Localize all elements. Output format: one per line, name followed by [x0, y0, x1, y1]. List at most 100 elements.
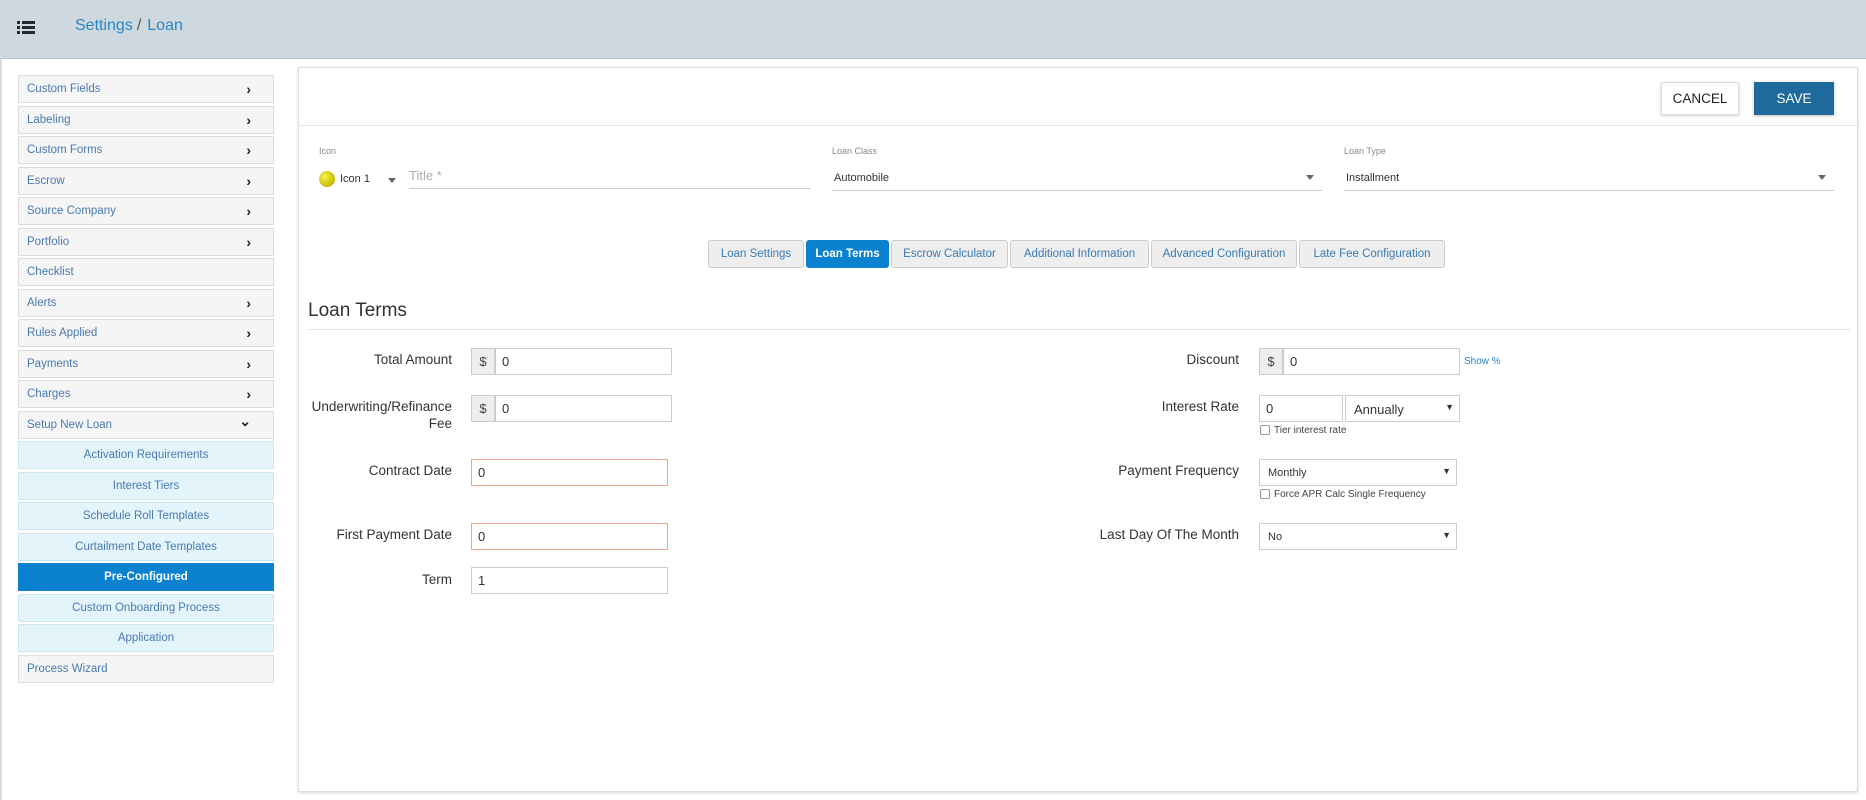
yellow-ball-icon: [319, 171, 335, 187]
sidebar-item-label: Setup New Loan: [27, 418, 113, 431]
total-amount-input[interactable]: [495, 348, 672, 375]
tab-advanced-configuration[interactable]: Advanced Configuration: [1151, 240, 1297, 268]
cancel-button[interactable]: CANCEL: [1661, 82, 1739, 115]
loan-type-value: Installment: [1346, 172, 1400, 184]
sidebar-subitem-pre-configured[interactable]: Pre-Configured: [18, 563, 274, 591]
term-label: Term: [422, 572, 452, 587]
sidebar-item-source-company[interactable]: Source Company ›: [18, 197, 274, 225]
tier-interest-label: Tier interest rate: [1274, 425, 1347, 436]
sidebar-item-alerts[interactable]: Alerts ›: [18, 288, 274, 317]
sidebar-item-charges[interactable]: Charges ›: [18, 380, 274, 408]
chevron-right-icon: ›: [246, 233, 251, 250]
sidebar-item-custom-forms[interactable]: Custom Forms ›: [18, 136, 274, 164]
sidebar-item-payments[interactable]: Payments ›: [18, 349, 274, 378]
breadcrumb-loan[interactable]: Loan: [147, 17, 183, 34]
payment-frequency-label: Payment Frequency: [1118, 463, 1239, 478]
interest-rate-label: Interest Rate: [1161, 399, 1239, 414]
chevron-down-icon: ⌄: [239, 412, 251, 429]
sidebar-item-label: Custom Forms: [27, 144, 103, 156]
payment-frequency-value: Monthly: [1268, 467, 1307, 479]
sidebar-item-custom-fields[interactable]: Custom Fields ›: [18, 75, 274, 103]
dropdown-arrow-icon: ▼: [1445, 402, 1454, 412]
dollar-prefix: $: [471, 348, 495, 375]
section-title: Loan Terms: [308, 300, 407, 321]
title-input[interactable]: [409, 163, 811, 189]
first-payment-date-input[interactable]: [471, 523, 668, 550]
left-edge-bar: [0, 59, 2, 800]
dollar-prefix: $: [1259, 348, 1283, 375]
tab-escrow-calculator[interactable]: Escrow Calculator: [891, 240, 1008, 268]
tab-loan-settings[interactable]: Loan Settings: [708, 240, 804, 268]
sidebar-item-label: Charges: [27, 388, 71, 400]
loan-class-value: Automobile: [834, 172, 890, 184]
chevron-right-icon: ›: [246, 355, 251, 372]
sidebar-item-label: Alerts: [27, 296, 57, 309]
force-apr-checkbox[interactable]: [1260, 489, 1270, 499]
sidebar-item-escrow[interactable]: Escrow ›: [18, 166, 274, 195]
icon-select[interactable]: Icon 1: [319, 168, 403, 193]
chevron-right-icon: ›: [246, 111, 251, 128]
loan-config-card: CANCEL SAVE Icon Icon 1 Loan Class Autom…: [298, 67, 1858, 792]
sidebar-subitem-interest-tiers[interactable]: Interest Tiers: [18, 471, 274, 500]
breadcrumb-separator: /: [136, 17, 142, 34]
breadcrumb-settings[interactable]: Settings: [75, 17, 133, 34]
sidebar-subitem-application[interactable]: Application: [18, 624, 274, 652]
chevron-right-icon: ›: [246, 325, 251, 341]
discount-input[interactable]: [1283, 348, 1460, 375]
sidebar-subitem-activation-requirements[interactable]: Activation Requirements: [18, 441, 274, 469]
force-apr-label: Force APR Calc Single Frequency: [1274, 489, 1426, 500]
last-day-of-month-label: Last Day Of The Month: [1099, 527, 1239, 542]
dropdown-arrow-icon: ▼: [1442, 530, 1451, 540]
sidebar-item-label: Process Wizard: [27, 662, 108, 675]
sidebar-item-label: Custom Fields: [27, 83, 101, 95]
sidebar-item-setup-new-loan[interactable]: Setup New Loan ⌄: [18, 410, 274, 439]
chevron-right-icon: ›: [246, 294, 251, 311]
interest-rate-input[interactable]: [1259, 395, 1343, 422]
contract-date-label: Contract Date: [368, 463, 452, 478]
sidebar-item-labeling[interactable]: Labeling ›: [18, 105, 274, 134]
last-day-of-month-select[interactable]: No ▼: [1259, 523, 1457, 550]
dollar-prefix: $: [471, 395, 495, 422]
underwriting-fee-label-line2: Fee: [428, 416, 452, 431]
caret-down-icon: [1306, 175, 1314, 180]
sidebar-item-label: Rules Applied: [27, 327, 98, 339]
sidebar-item-checklist[interactable]: Checklist: [18, 258, 274, 286]
tab-additional-information[interactable]: Additional Information: [1010, 240, 1149, 268]
save-button[interactable]: SAVE: [1754, 82, 1834, 115]
show-percent-link[interactable]: Show %: [1464, 356, 1501, 367]
chevron-right-icon: ›: [246, 386, 251, 402]
sidebar-item-portfolio[interactable]: Portfolio ›: [18, 227, 274, 256]
card-header: CANCEL SAVE: [299, 68, 1857, 126]
icon-label: Icon: [319, 146, 337, 156]
icon-select-value: Icon 1: [340, 173, 370, 185]
underwriting-fee-input[interactable]: [495, 395, 672, 422]
sidebar-subitem-custom-onboarding-process[interactable]: Custom Onboarding Process: [18, 593, 274, 622]
dropdown-arrow-icon: ▼: [1442, 466, 1451, 476]
tab-loan-terms[interactable]: Loan Terms: [806, 240, 889, 268]
tier-interest-checkbox[interactable]: [1260, 425, 1270, 435]
sidebar-item-label: Payments: [27, 357, 79, 370]
settings-sidebar: Custom Fields › Labeling › Custom Forms › E…: [18, 75, 274, 685]
contract-date-input[interactable]: [471, 459, 668, 486]
chevron-right-icon: ›: [246, 81, 251, 97]
total-amount-label: Total Amount: [373, 352, 452, 367]
menu-list-icon[interactable]: [17, 19, 35, 35]
loan-class-select[interactable]: Automobile: [832, 163, 1322, 191]
sidebar-subitem-curtailment-date-templates[interactable]: Curtailment Date Templates: [18, 532, 274, 561]
last-day-of-month-value: No: [1268, 531, 1283, 543]
term-input[interactable]: [471, 567, 668, 594]
sidebar-item-process-wizard[interactable]: Process Wizard: [18, 654, 274, 683]
loan-type-select[interactable]: Installment: [1344, 163, 1834, 191]
tab-late-fee-configuration[interactable]: Late Fee Configuration: [1299, 240, 1445, 268]
chevron-right-icon: ›: [246, 142, 251, 158]
section-divider: [308, 329, 1850, 330]
underwriting-fee-label-line1: Underwriting/Refinance: [311, 399, 452, 414]
discount-label: Discount: [1186, 352, 1239, 367]
sidebar-item-rules-applied[interactable]: Rules Applied ›: [18, 319, 274, 347]
payment-frequency-select[interactable]: Monthly ▼: [1259, 459, 1457, 486]
interest-period-select[interactable]: Annually ▼: [1345, 395, 1460, 422]
first-payment-date-label: First Payment Date: [336, 527, 452, 542]
caret-down-icon: [388, 178, 396, 183]
sidebar-subitem-schedule-roll-templates[interactable]: Schedule Roll Templates: [18, 502, 274, 530]
sidebar-item-label: Source Company: [27, 205, 116, 217]
